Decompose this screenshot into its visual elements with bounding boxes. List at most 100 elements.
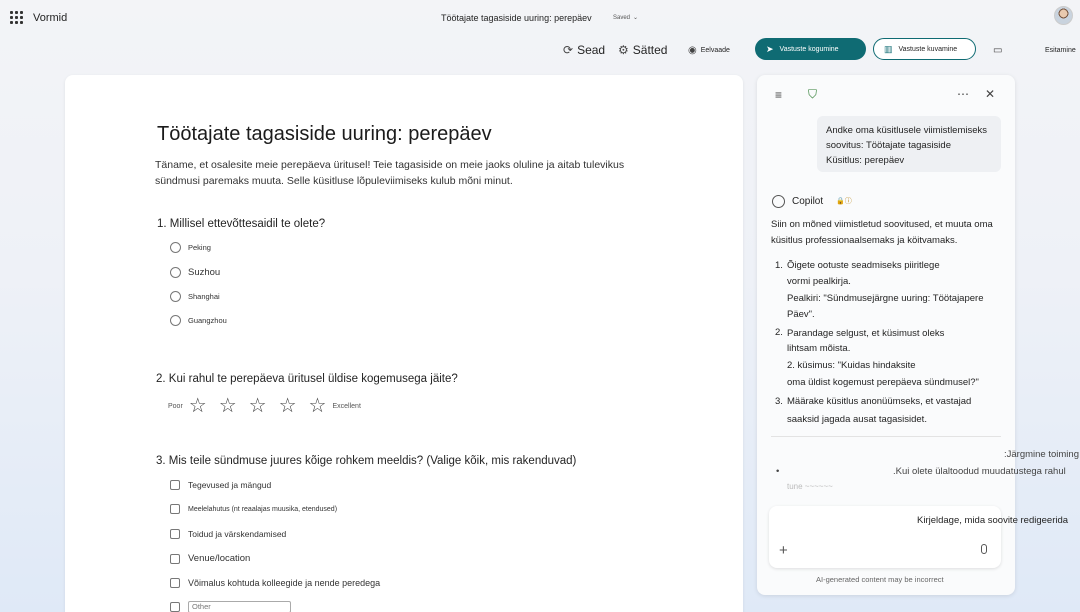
chart-icon: ▥ bbox=[884, 43, 893, 54]
ai-disclaimer: AI-generated content may be incorrect bbox=[816, 575, 944, 584]
save-status[interactable]: Saved ⌄ bbox=[613, 14, 638, 21]
q3-option-label: Toidud ja värskendamised bbox=[188, 529, 287, 539]
document-title[interactable]: Töötajate tagasiside uuring: perepäev bbox=[441, 13, 592, 23]
reply-item-text: Päev". bbox=[787, 309, 815, 320]
settings-button[interactable]: ⚙ Sätted bbox=[618, 38, 667, 62]
gear-icon: ⚙ bbox=[618, 43, 629, 57]
chevron-down-icon: ⌄ bbox=[633, 15, 639, 21]
app-name[interactable]: Vormid bbox=[33, 12, 67, 24]
radio-button[interactable] bbox=[170, 242, 181, 253]
question-2-title[interactable]: 2. Kui rahul te perepäeva üritusel üldis… bbox=[156, 373, 458, 385]
more-options-icon[interactable]: ⋯ bbox=[957, 87, 969, 101]
devices-button[interactable]: ⟳ Sead bbox=[563, 38, 605, 62]
rating-high-label: Excellent bbox=[332, 402, 361, 410]
question-2-number: 2. bbox=[156, 373, 166, 385]
q3-option[interactable]: Meelelahutus (nt reaalajas muusika, eten… bbox=[170, 504, 337, 514]
reply-item-text: vormi pealkirja. bbox=[787, 276, 851, 287]
copilot-reply-intro: Siin on mõned viimistletud soovitused, e… bbox=[771, 219, 993, 246]
prompt-input-placeholder[interactable]: Kirjeldage, mida soovite redigeerida bbox=[917, 515, 1068, 526]
q3-option[interactable]: Tegevused ja mängud bbox=[170, 480, 271, 490]
close-icon[interactable]: ✕ bbox=[985, 87, 995, 101]
q3-option-label: Tegevused ja mängud bbox=[188, 480, 272, 490]
divider bbox=[771, 436, 1001, 437]
rating-low-label: Poor bbox=[168, 402, 183, 410]
q3-option-label: Venue/location bbox=[188, 553, 251, 564]
radio-button[interactable] bbox=[170, 291, 181, 302]
monitor-icon: ▭ bbox=[993, 44, 1003, 56]
add-icon[interactable]: + bbox=[779, 542, 788, 559]
preview-button[interactable]: ◉ Eelvaade bbox=[688, 38, 730, 62]
settings-label: Sätted bbox=[632, 43, 668, 57]
q1-option-label: Shanghai bbox=[188, 292, 220, 301]
faded-text: tune ~~~~~~ bbox=[787, 482, 833, 491]
q3-option[interactable]: Venue/location bbox=[170, 553, 250, 564]
checkbox[interactable] bbox=[170, 504, 180, 514]
menu-icon[interactable]: ≡ bbox=[775, 88, 782, 102]
star-rating: Poor ☆ ☆ ☆ ☆ ☆ Excellent bbox=[168, 396, 361, 416]
view-responses-button[interactable]: ▥ Vastuste kuvamine bbox=[873, 38, 976, 60]
reply-item-text: lihtsam mõista. bbox=[787, 343, 851, 354]
q1-option[interactable]: Peking bbox=[170, 242, 211, 253]
checkbox[interactable] bbox=[170, 553, 180, 564]
present-label: Esitamine bbox=[1045, 46, 1076, 54]
star-icon[interactable]: ☆ bbox=[249, 396, 267, 416]
other-input[interactable]: Other bbox=[188, 601, 291, 612]
checkbox[interactable] bbox=[170, 578, 180, 588]
next-steps-heading: :Järgmine toiming bbox=[1004, 449, 1079, 460]
form-canvas bbox=[65, 75, 743, 612]
present-button[interactable]: Esitamine bbox=[1045, 38, 1076, 62]
q1-option[interactable]: Shanghai bbox=[170, 291, 220, 302]
q1-option-label: Suzhou bbox=[188, 267, 221, 278]
question-3-number: 3. bbox=[156, 455, 166, 467]
q1-option[interactable]: Guangzhou bbox=[170, 315, 227, 326]
save-status-label: Saved bbox=[613, 15, 631, 21]
app-launcher-icon[interactable] bbox=[10, 11, 23, 24]
user-message-line: Küsitlus: perepäev bbox=[826, 155, 905, 166]
question-1-title[interactable]: 1. Millisel ettevõttesaidil te olete? bbox=[157, 218, 325, 230]
question-2-label: Kui rahul te perepäeva üritusel üldise k… bbox=[168, 373, 458, 385]
copilot-name: Copilot bbox=[792, 196, 824, 207]
user-message-line: soovitus: Töötajate tagasiside bbox=[826, 140, 951, 151]
next-step-text: .Kui olete ülaltoodud muudatustega rahul bbox=[893, 466, 1066, 477]
star-icon[interactable]: ☆ bbox=[279, 396, 297, 416]
q3-option[interactable]: Toidud ja värskendamised bbox=[170, 529, 286, 539]
q1-option[interactable]: Suzhou bbox=[170, 267, 220, 278]
radio-button[interactable] bbox=[170, 315, 181, 326]
eye-icon: ◉ bbox=[688, 44, 697, 56]
reply-item-text: 2. küsimus: "Kuidas hindaksite bbox=[787, 360, 916, 371]
star-icon[interactable]: ☆ bbox=[189, 396, 207, 416]
view-responses-label: Vastuste kuvamine bbox=[898, 45, 958, 53]
q3-option-label: Võimalus kohtuda kolleegide ja nende per… bbox=[188, 578, 381, 588]
question-3-label: Mis teile sündmuse juures kõige rohkem m… bbox=[168, 455, 577, 467]
top-bar: Vormid Töötajate tagasiside uuring: pere… bbox=[0, 0, 1080, 36]
sensitivity-badge-icon[interactable]: 🔒ⓘ bbox=[836, 196, 852, 206]
avatar[interactable] bbox=[1054, 6, 1073, 25]
q1-option-label: Guangzhou bbox=[188, 316, 227, 325]
present-icon-button[interactable]: ▭ bbox=[993, 38, 1006, 62]
question-3-title[interactable]: 3. Mis teile sündmuse juures kõige rohke… bbox=[156, 455, 576, 467]
star-icon[interactable]: ☆ bbox=[219, 396, 237, 416]
radio-button[interactable] bbox=[170, 267, 181, 278]
send-icon: ➤ bbox=[766, 43, 774, 54]
checkbox[interactable] bbox=[170, 602, 180, 612]
checkbox[interactable] bbox=[170, 529, 180, 539]
bullet: • bbox=[776, 466, 780, 477]
user-message-line: Andke oma küsitlusele viimistlemiseks bbox=[826, 125, 988, 136]
q1-option-label: Peking bbox=[188, 243, 211, 252]
reply-item-number: 2. bbox=[775, 327, 783, 338]
reply-item-number: 3. bbox=[775, 396, 783, 407]
checkbox[interactable] bbox=[170, 480, 180, 490]
form-title[interactable]: Töötajate tagasiside uuring: perepäev bbox=[157, 123, 492, 146]
q3-other-option[interactable]: Other bbox=[170, 601, 291, 612]
microphone-icon[interactable] bbox=[981, 544, 987, 554]
collect-responses-label: Vastuste kogumine bbox=[779, 45, 839, 53]
star-icon[interactable]: ☆ bbox=[309, 396, 327, 416]
shield-icon: ⛉ bbox=[808, 87, 818, 101]
reply-item-text: oma üldist kogemust perepäeva sündmusel?… bbox=[787, 377, 979, 388]
reply-item-number: 1. bbox=[775, 260, 783, 271]
q3-option[interactable]: Võimalus kohtuda kolleegide ja nende per… bbox=[170, 578, 380, 588]
collect-responses-button[interactable]: ➤ Vastuste kogumine bbox=[755, 38, 866, 60]
preview-label: Eelvaade bbox=[700, 46, 730, 54]
devices-icon: ⟳ bbox=[563, 43, 574, 57]
form-description[interactable]: Täname, et osalesite meie perepäeva ürit… bbox=[155, 157, 645, 189]
